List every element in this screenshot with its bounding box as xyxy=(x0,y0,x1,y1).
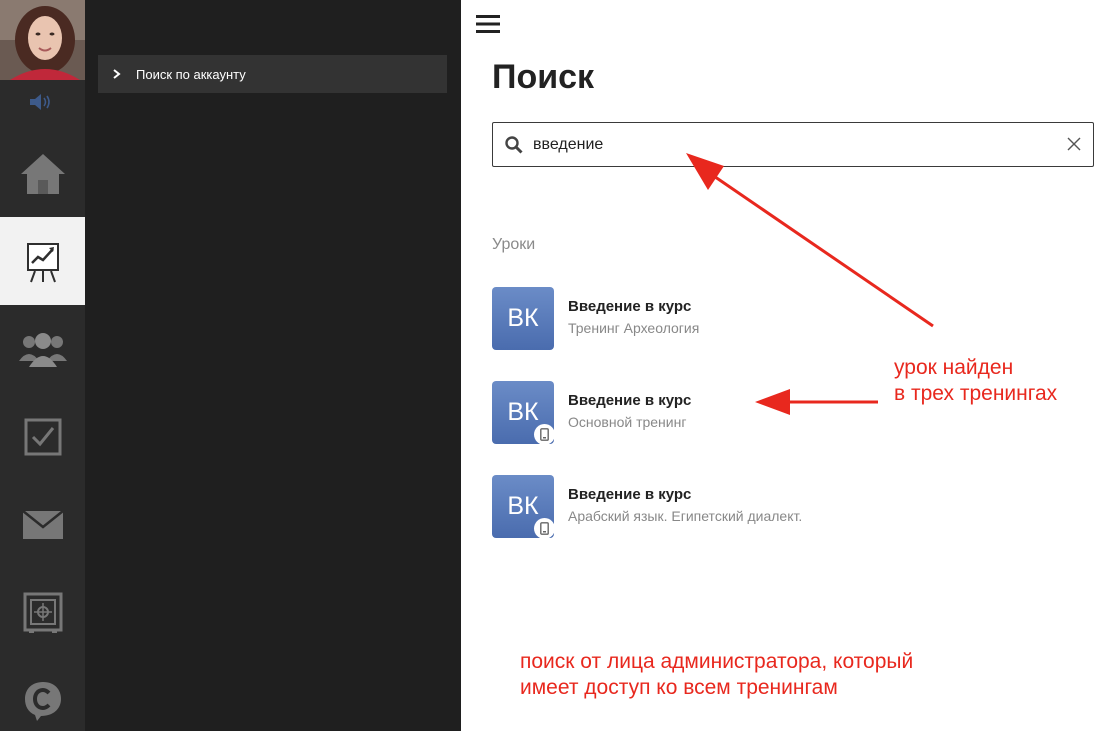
section-title-lessons: Уроки xyxy=(492,236,536,253)
result-title: Введение в курс xyxy=(568,392,692,409)
hamburger-menu-icon[interactable] xyxy=(476,14,500,34)
safe-icon xyxy=(23,592,62,633)
panel-item-account-search[interactable]: Поиск по аккаунту xyxy=(98,55,447,93)
result-item[interactable]: ВК Введение в курс Тренинг Археология xyxy=(492,287,992,350)
course-badge: ВК xyxy=(492,287,554,350)
result-subtitle: Арабский язык. Египетский диалект. xyxy=(568,508,803,524)
sidebar-item-safe[interactable] xyxy=(0,569,85,657)
result-title: Введение в курс xyxy=(568,298,692,315)
page-title: Поиск xyxy=(492,58,595,96)
annotation-line: имеет доступ ко всем тренингам xyxy=(520,676,838,699)
speaker-icon[interactable] xyxy=(26,92,56,112)
sidebar-item-messages[interactable] xyxy=(0,481,85,569)
sidebar-item-home[interactable] xyxy=(0,130,85,218)
presentation-chart-icon xyxy=(26,243,59,283)
course-badge: ВК xyxy=(492,381,555,445)
icon-sidebar xyxy=(0,0,85,731)
mobile-phone-icon xyxy=(534,518,555,539)
avatar[interactable] xyxy=(0,0,85,80)
mobile-phone-icon xyxy=(534,424,555,445)
result-subtitle: Основной тренинг xyxy=(568,414,687,430)
sidebar-item-users[interactable] xyxy=(0,305,85,393)
secondary-panel: Поиск по аккаунту xyxy=(85,0,461,731)
search-field[interactable] xyxy=(492,122,1094,167)
envelope-icon xyxy=(21,510,64,539)
search-input[interactable] xyxy=(531,134,1055,155)
sidebar-item-trainings[interactable] xyxy=(0,217,85,305)
chat-c-icon xyxy=(24,682,61,721)
annotation-line: урок найден xyxy=(894,356,1014,379)
badge-text: ВК xyxy=(507,304,539,332)
badge-text: ВК xyxy=(507,398,539,426)
sidebar-item-tasks[interactable] xyxy=(0,393,85,481)
close-icon[interactable] xyxy=(1067,137,1081,151)
panel-item-label: Поиск по аккаунту xyxy=(136,66,246,82)
annotation-found: урок найден в трех тренингах xyxy=(894,355,1057,407)
annotation-line: в трех тренингах xyxy=(894,382,1058,405)
result-subtitle: Тренинг Археология xyxy=(568,320,700,336)
course-badge: ВК xyxy=(492,475,555,539)
result-title: Введение в курс xyxy=(568,486,692,503)
result-item[interactable]: ВК Введение в курс Арабский язык. Египет… xyxy=(492,475,992,539)
chevron-right-icon xyxy=(113,69,121,79)
sidebar-item-chat[interactable] xyxy=(0,657,85,745)
badge-text: ВК xyxy=(507,492,539,520)
annotation-admin: поиск от лица администратора, который им… xyxy=(520,649,913,701)
home-icon xyxy=(20,154,65,194)
checkbox-icon xyxy=(24,418,61,456)
users-group-icon xyxy=(18,333,67,367)
annotation-line: поиск от лица администратора, который xyxy=(520,650,914,673)
search-icon xyxy=(505,135,523,154)
